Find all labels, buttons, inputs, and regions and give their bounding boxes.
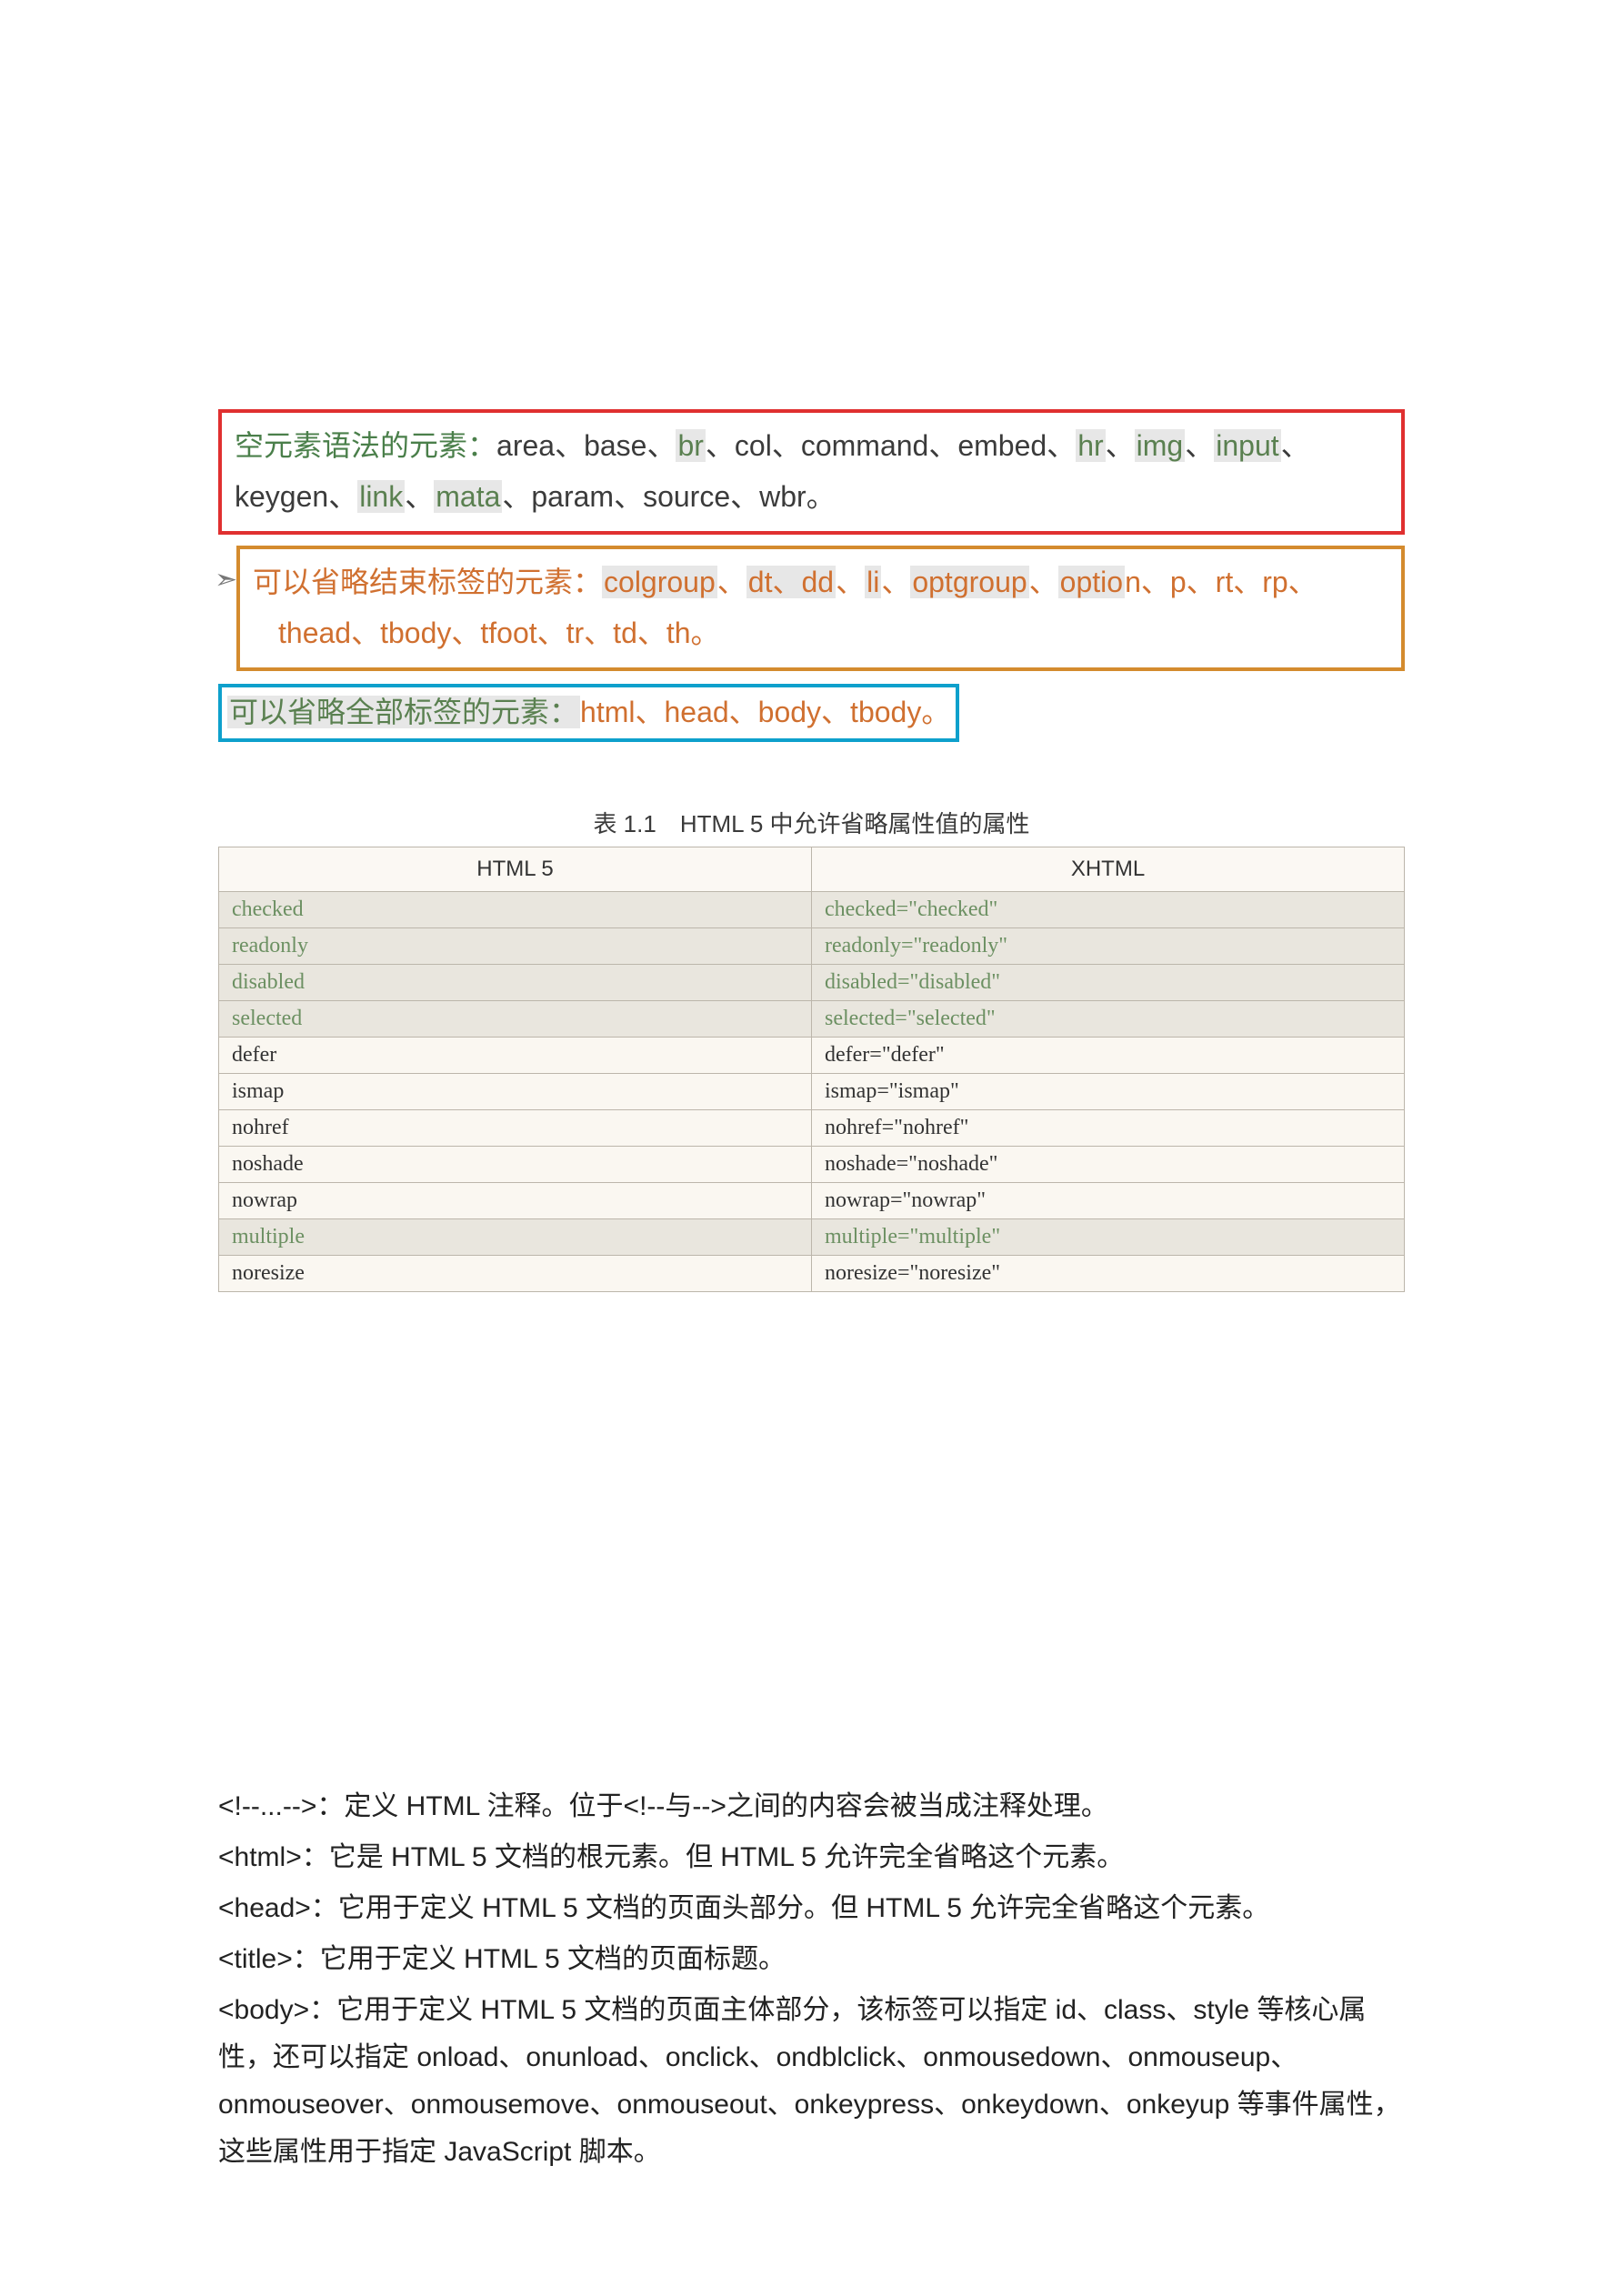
- box1-sep2: 、: [1185, 429, 1214, 462]
- table-section: 表 1.1 HTML 5 中允许省略属性值的属性 HTML 5 XHTML ch…: [218, 806, 1405, 1292]
- table-cell-html5: multiple: [219, 1219, 812, 1256]
- table-header-row: HTML 5 XHTML: [219, 847, 1405, 892]
- box1-hl-img: img: [1135, 429, 1186, 462]
- table-row: checkedchecked="checked": [219, 892, 1405, 928]
- box1-prefix: 空元素语法的元素：: [235, 429, 496, 462]
- table-cell-html5: nowrap: [219, 1183, 812, 1219]
- box2-line2: thead、tbody、tfoot、tr、td、th。: [253, 617, 720, 649]
- table-row: multiplemultiple="multiple": [219, 1219, 1405, 1256]
- bullet-icon: ➣: [215, 555, 237, 606]
- box2-text-a: 、: [717, 566, 746, 598]
- table-cell-html5: checked: [219, 892, 812, 928]
- highlight-box-omit-all-tag: 可以省略全部标签的元素：html、head、body、tbody。: [218, 684, 959, 742]
- table-cell-xhtml: defer="defer": [812, 1038, 1405, 1074]
- box1-hl-input: input: [1214, 429, 1280, 462]
- box1-text-b: 、col、command、embed、: [706, 429, 1076, 462]
- box2-hl-dt-dd: dt、dd: [746, 566, 836, 598]
- box2-hl-option: optio: [1058, 566, 1125, 598]
- table-row: disableddisabled="disabled": [219, 965, 1405, 1001]
- box2-hl-colgroup: colgroup: [602, 566, 717, 598]
- box2-hl-li: li: [865, 566, 881, 598]
- box1-line2-c: 、param、source、wbr。: [502, 480, 835, 513]
- box1-line2-a: keygen、: [235, 480, 357, 513]
- box1-sep3: 、: [1281, 429, 1310, 462]
- table-cell-html5: defer: [219, 1038, 812, 1074]
- table-row: noresizenoresize="noresize": [219, 1256, 1405, 1292]
- table-header-xhtml: XHTML: [812, 847, 1405, 892]
- table-cell-html5: disabled: [219, 965, 812, 1001]
- attributes-table: HTML 5 XHTML checkedchecked="checked"rea…: [218, 847, 1405, 1292]
- definitions-block: <!--...-->：定义 HTML 注释。位于<!--与-->之间的内容会被当…: [218, 1783, 1405, 2176]
- box1-hl-hr: hr: [1076, 429, 1105, 462]
- table-cell-xhtml: disabled="disabled": [812, 965, 1405, 1001]
- table-row: nohrefnohref="nohref": [219, 1110, 1405, 1147]
- highlight-box-void-elements: 空元素语法的元素：area、base、br、col、command、embed、…: [218, 409, 1405, 535]
- document-page: 空元素语法的元素：area、base、br、col、command、embed、…: [0, 0, 1623, 2296]
- table-header-html5: HTML 5: [219, 847, 812, 892]
- table-cell-xhtml: ismap="ismap": [812, 1074, 1405, 1110]
- box2-text-b: 、: [836, 566, 865, 598]
- def-head: <head>：它用于定义 HTML 5 文档的页面头部分。但 HTML 5 允许…: [218, 1885, 1405, 1932]
- highlight-box-omit-all-tag-wrap: 可以省略全部标签的元素：html、head、body、tbody。: [218, 682, 1405, 742]
- table-cell-xhtml: selected="selected": [812, 1001, 1405, 1038]
- table-caption: 表 1.1 HTML 5 中允许省略属性值的属性: [218, 806, 1405, 839]
- box2-text-d: 、: [1029, 566, 1058, 598]
- def-body: <body>：它用于定义 HTML 5 文档的页面主体部分，该标签可以指定 id…: [218, 1987, 1405, 2176]
- table-cell-xhtml: nowrap="nowrap": [812, 1183, 1405, 1219]
- table-cell-xhtml: noshade="noshade": [812, 1147, 1405, 1183]
- def-comment: <!--...-->：定义 HTML 注释。位于<!--与-->之间的内容会被当…: [218, 1783, 1405, 1830]
- box2-prefix: 可以省略结束标签的元素：: [253, 566, 602, 598]
- def-title: <title>：它用于定义 HTML 5 文档的页面标题。: [218, 1936, 1405, 1983]
- box1-line2-b: 、: [405, 480, 434, 513]
- box2-hl-optgroup: optgroup: [910, 566, 1028, 598]
- table-row: readonlyreadonly="readonly": [219, 928, 1405, 965]
- box3-prefix: 可以省略全部标签的元素：: [227, 696, 580, 728]
- table-cell-html5: noshade: [219, 1147, 812, 1183]
- highlight-box-omit-end-tag: ➣ 可以省略结束标签的元素：colgroup、dt、dd、li、optgroup…: [236, 546, 1405, 671]
- table-cell-xhtml: noresize="noresize": [812, 1256, 1405, 1292]
- box1-hl-link: link: [357, 480, 405, 513]
- table-cell-html5: ismap: [219, 1074, 812, 1110]
- table-cell-html5: noresize: [219, 1256, 812, 1292]
- table-row: nowrapnowrap="nowrap": [219, 1183, 1405, 1219]
- box1-hl-br: br: [676, 429, 705, 462]
- table-cell-html5: nohref: [219, 1110, 812, 1147]
- box1-sep1: 、: [1106, 429, 1135, 462]
- table-cell-html5: selected: [219, 1001, 812, 1038]
- table-row: selectedselected="selected": [219, 1001, 1405, 1038]
- table-cell-xhtml: multiple="multiple": [812, 1219, 1405, 1256]
- box2-text-e: n、p、rt、rp、: [1125, 566, 1317, 598]
- box1-text-a: area、base、: [496, 429, 676, 462]
- box1-hl-mata: mata: [434, 480, 502, 513]
- def-html: <html>：它是 HTML 5 文档的根元素。但 HTML 5 允许完全省略这…: [218, 1834, 1405, 1881]
- table-cell-xhtml: checked="checked": [812, 892, 1405, 928]
- table-cell-html5: readonly: [219, 928, 812, 965]
- table-row: deferdefer="defer": [219, 1038, 1405, 1074]
- table-row: ismapismap="ismap": [219, 1074, 1405, 1110]
- table-cell-xhtml: nohref="nohref": [812, 1110, 1405, 1147]
- box2-text-c: 、: [881, 566, 910, 598]
- box3-rest: html、head、body、tbody。: [580, 696, 950, 728]
- table-cell-xhtml: readonly="readonly": [812, 928, 1405, 965]
- table-row: noshadenoshade="noshade": [219, 1147, 1405, 1183]
